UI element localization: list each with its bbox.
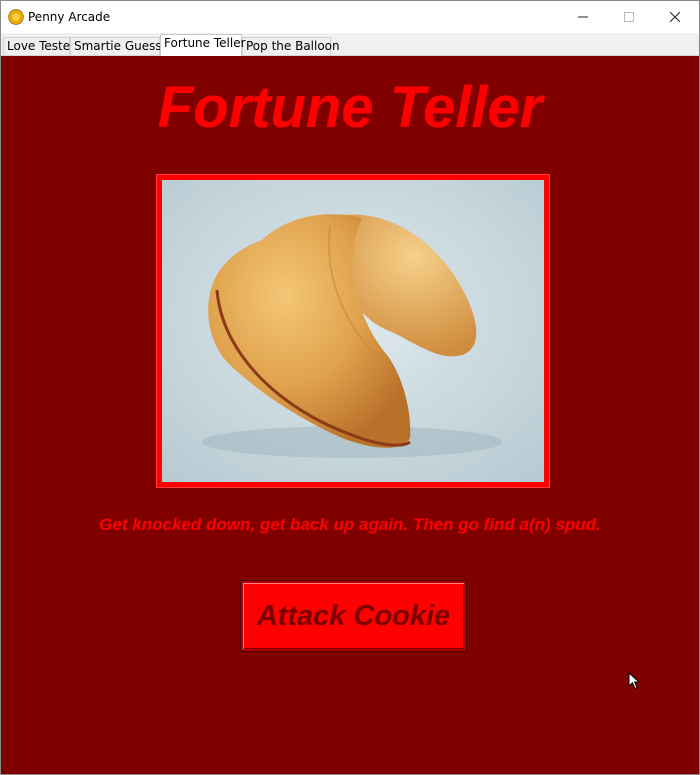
tab-strip: Love Tester Smartie Guesser Fortune Tell…	[1, 33, 699, 56]
maximize-button[interactable]	[606, 1, 652, 33]
page-title: Fortune Teller	[157, 75, 543, 140]
mouse-cursor-icon	[628, 672, 640, 690]
attack-cookie-button[interactable]: Attack Cookie	[241, 581, 466, 651]
app-icon	[8, 9, 24, 25]
window-title: Penny Arcade	[28, 10, 111, 24]
close-button[interactable]	[652, 1, 698, 33]
close-icon	[670, 12, 680, 22]
fortune-teller-panel: Fortune Teller Get knocked down, get bac…	[1, 56, 699, 774]
tab-love-tester[interactable]: Love Tester	[3, 37, 75, 55]
minimize-icon	[578, 16, 588, 18]
tab-smartie-guesser[interactable]: Smartie Guesser	[70, 37, 174, 55]
app-window: Penny Arcade Love Tester Smartie Guesser…	[0, 0, 700, 775]
tab-fortune-teller[interactable]: Fortune Teller	[160, 34, 246, 56]
fortune-cookie-image-frame	[157, 175, 549, 487]
maximize-icon	[624, 12, 634, 22]
fortune-cookie-image	[162, 180, 544, 482]
minimize-button[interactable]	[560, 1, 606, 33]
fortune-message: Get knocked down, get back up again. The…	[99, 515, 601, 534]
tab-pop-the-balloon[interactable]: Pop the Balloon	[242, 37, 340, 55]
title-bar[interactable]: Penny Arcade	[1, 1, 699, 33]
